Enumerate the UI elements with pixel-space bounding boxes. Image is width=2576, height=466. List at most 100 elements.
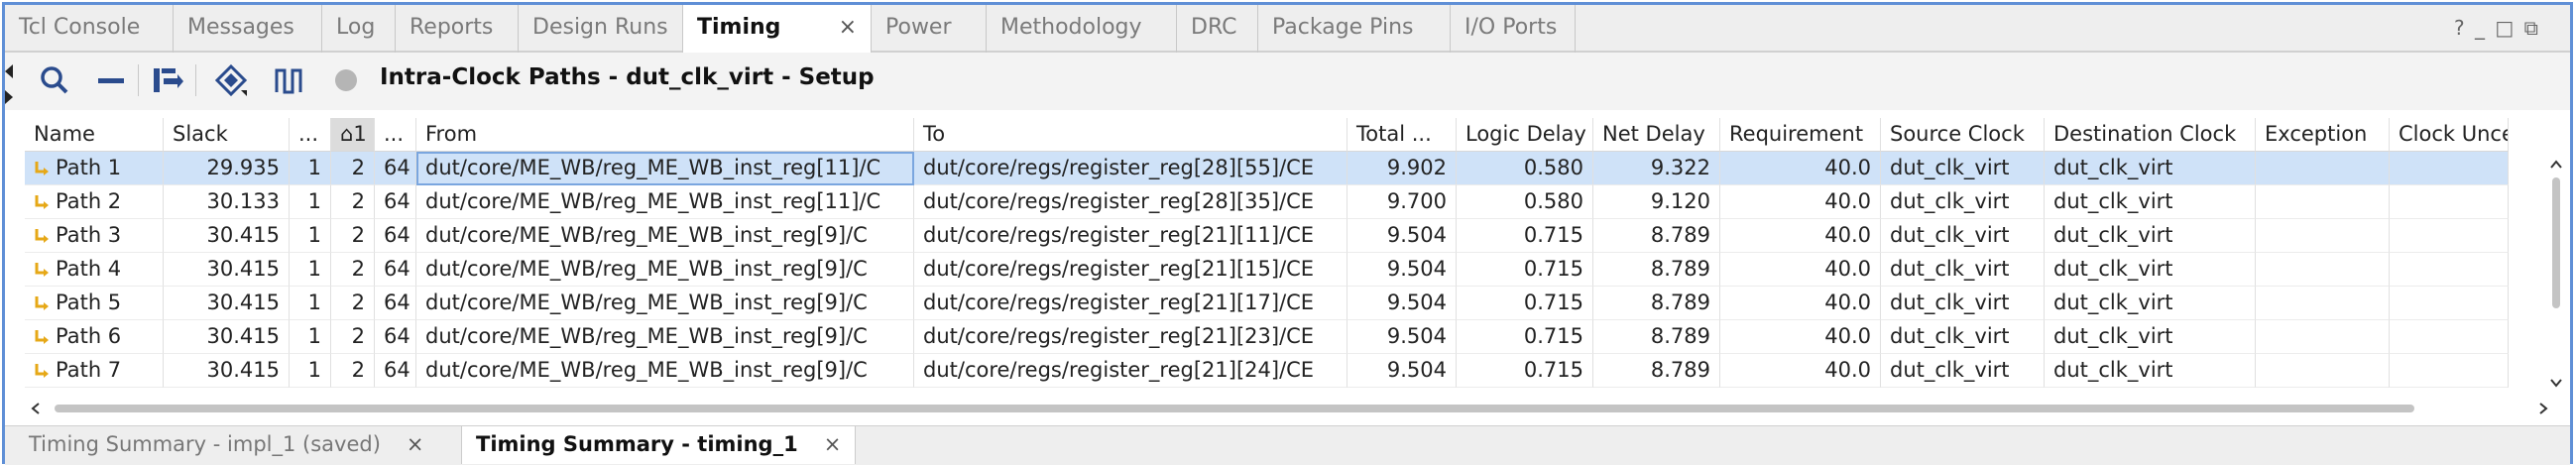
toolbar-title: Intra-Clock Paths - dut_clk_virt - Setup (380, 64, 875, 90)
table-row[interactable]: Path 6 30.415 1 2 64 dut/core/ME_WB/reg_ME_WB… (25, 320, 2509, 354)
cell-name: Path 7 (25, 354, 164, 388)
column-header-requirement[interactable]: Requirement (1720, 118, 1881, 152)
tab-drc[interactable]: DRC (1177, 5, 1258, 53)
tab-design-runs[interactable]: Design Runs (519, 5, 683, 53)
cell-requirement: 40.0 (1720, 253, 1881, 287)
cell-clock-uncertainty (2390, 219, 2509, 253)
cell-requirement: 40.0 (1720, 185, 1881, 219)
cell-clock-uncertainty (2390, 354, 2509, 388)
horizontal-scrollbar[interactable] (27, 398, 2552, 419)
column-header-high-fanout[interactable]: ⌂1 (331, 118, 375, 152)
tab-timing-summary-impl[interactable]: Timing Summary - impl_1 (saved) × (29, 426, 424, 464)
cell-fanout: 64 (375, 219, 416, 253)
tab-methodology[interactable]: Methodology (987, 5, 1177, 53)
cell-total-delay: 9.902 (1347, 152, 1457, 185)
cell-from: dut/core/ME_WB/reg_ME_WB_inst_reg[11]/C (416, 185, 914, 219)
cell-exception (2256, 152, 2390, 185)
cell-slack: 30.415 (164, 287, 290, 320)
table-row[interactable]: Path 3 30.415 1 2 64 dut/core/ME_WB/reg_ME_WB… (25, 219, 2509, 253)
column-header-net-delay[interactable]: Net Delay (1593, 118, 1720, 152)
cell-logic-delay: 0.715 (1457, 354, 1593, 388)
timing-path-icon (35, 364, 49, 378)
collapse-icon[interactable] (94, 62, 130, 98)
table-row[interactable]: Path 2 30.133 1 2 64 dut/core/ME_WB/reg_ME_WB… (25, 185, 2509, 219)
waveform-icon[interactable] (273, 62, 308, 98)
table-row[interactable]: Path 5 30.415 1 2 64 dut/core/ME_WB/reg_ME_WB… (25, 287, 2509, 320)
tab-timing-summary-timing[interactable]: Timing Summary - timing_1 × (461, 426, 857, 464)
cell-name: Path 2 (25, 185, 164, 219)
table-row[interactable]: Path 7 30.415 1 2 64 dut/core/ME_WB/reg_ME_WB… (25, 354, 2509, 388)
close-tab-icon[interactable]: × (839, 5, 857, 51)
timing-path-icon (35, 195, 49, 209)
cell-destination-clock: dut_clk_virt (2045, 287, 2256, 320)
cell-logic-delay: 0.715 (1457, 287, 1593, 320)
column-header-to[interactable]: To (914, 118, 1347, 152)
column-header-logic-delay[interactable]: Logic Delay (1457, 118, 1593, 152)
cell-fanout: 64 (375, 253, 416, 287)
table-row[interactable]: Path 1 29.935 1 2 64 dut/core/ME_WB/reg_ME_WB… (25, 152, 2509, 185)
close-tab-icon[interactable]: × (407, 432, 424, 456)
cell-clock-uncertainty (2390, 253, 2509, 287)
cell-logic-delay: 0.580 (1457, 152, 1593, 185)
cell-logic-delay: 0.580 (1457, 185, 1593, 219)
tab-reports[interactable]: Reports (396, 5, 519, 53)
window-controls[interactable]: ? _ □ ⧉ (2454, 5, 2540, 51)
cell-from: dut/core/ME_WB/reg_ME_WB_inst_reg[9]/C (416, 320, 914, 354)
table-row[interactable]: Path 4 30.415 1 2 64 dut/core/ME_WB/reg_ME_WB… (25, 253, 2509, 287)
cell-requirement: 40.0 (1720, 287, 1881, 320)
expand-right-icon[interactable] (5, 90, 15, 104)
search-icon[interactable] (37, 62, 72, 98)
cell-to: dut/core/regs/register_reg[28][35]/CE (914, 185, 1347, 219)
column-header-fanout[interactable]: ... (375, 118, 416, 152)
path-name: Path 3 (56, 223, 122, 247)
tab-io-ports[interactable]: I/O Ports (1451, 5, 1576, 53)
expand-left-icon[interactable] (5, 64, 15, 78)
column-header-name[interactable]: Name (25, 118, 164, 152)
tab-timing[interactable]: Timing × (683, 5, 872, 55)
column-header-levels[interactable]: ... (290, 118, 331, 152)
column-header-source-clock[interactable]: Source Clock (1881, 118, 2045, 152)
cell-requirement: 40.0 (1720, 219, 1881, 253)
cell-source-clock: dut_clk_virt (1881, 354, 2045, 388)
cell-from: dut/core/ME_WB/reg_ME_WB_inst_reg[9]/C (416, 253, 914, 287)
cell-requirement: 40.0 (1720, 354, 1881, 388)
column-header-slack[interactable]: Slack (164, 118, 290, 152)
cell-destination-clock: dut_clk_virt (2045, 219, 2256, 253)
cell-fanout: 64 (375, 152, 416, 185)
cell-slack: 30.133 (164, 185, 290, 219)
tab-power[interactable]: Power (872, 5, 987, 53)
close-tab-icon[interactable]: × (824, 432, 842, 456)
cell-name: Path 1 (25, 152, 164, 185)
highlight-icon[interactable] (213, 62, 249, 98)
vertical-scrollbar[interactable] (2545, 154, 2567, 394)
cell-high-fanout: 2 (331, 152, 375, 185)
cell-high-fanout: 2 (331, 354, 375, 388)
report-tab-bar: Timing Summary - impl_1 (saved) × Timing … (5, 425, 2570, 465)
column-header-exception[interactable]: Exception (2256, 118, 2390, 152)
cell-destination-clock: dut_clk_virt (2045, 185, 2256, 219)
tab-package-pins[interactable]: Package Pins (1258, 5, 1451, 53)
tab-messages[interactable]: Messages (174, 5, 322, 53)
cell-fanout: 64 (375, 320, 416, 354)
column-header-clock-uncertainty[interactable]: Clock Unce (2390, 118, 2509, 152)
cell-clock-uncertainty (2390, 185, 2509, 219)
cell-to: dut/core/regs/register_reg[21][24]/CE (914, 354, 1347, 388)
cell-net-delay: 9.322 (1593, 152, 1720, 185)
cell-to: dut/core/regs/register_reg[21][15]/CE (914, 253, 1347, 287)
cell-levels: 1 (290, 287, 331, 320)
cell-total-delay: 9.700 (1347, 185, 1457, 219)
timing-paths-table: Name Slack... ⌂1... From To Total ... Logic De… (25, 118, 2550, 398)
tab-tcl-console[interactable]: Tcl Console (5, 5, 174, 53)
path-name: Path 4 (56, 257, 122, 281)
cell-exception (2256, 219, 2390, 253)
cell-fanout: 64 (375, 354, 416, 388)
column-header-from[interactable]: From (416, 118, 914, 152)
cell-destination-clock: dut_clk_virt (2045, 253, 2256, 287)
cell-clock-uncertainty (2390, 320, 2509, 354)
column-header-destination-clock[interactable]: Destination Clock (2045, 118, 2256, 152)
timing-path-icon (35, 263, 49, 277)
cell-net-delay: 8.789 (1593, 253, 1720, 287)
column-header-total-delay[interactable]: Total ... (1347, 118, 1457, 152)
export-icon[interactable] (150, 62, 185, 98)
tab-log[interactable]: Log (322, 5, 396, 53)
